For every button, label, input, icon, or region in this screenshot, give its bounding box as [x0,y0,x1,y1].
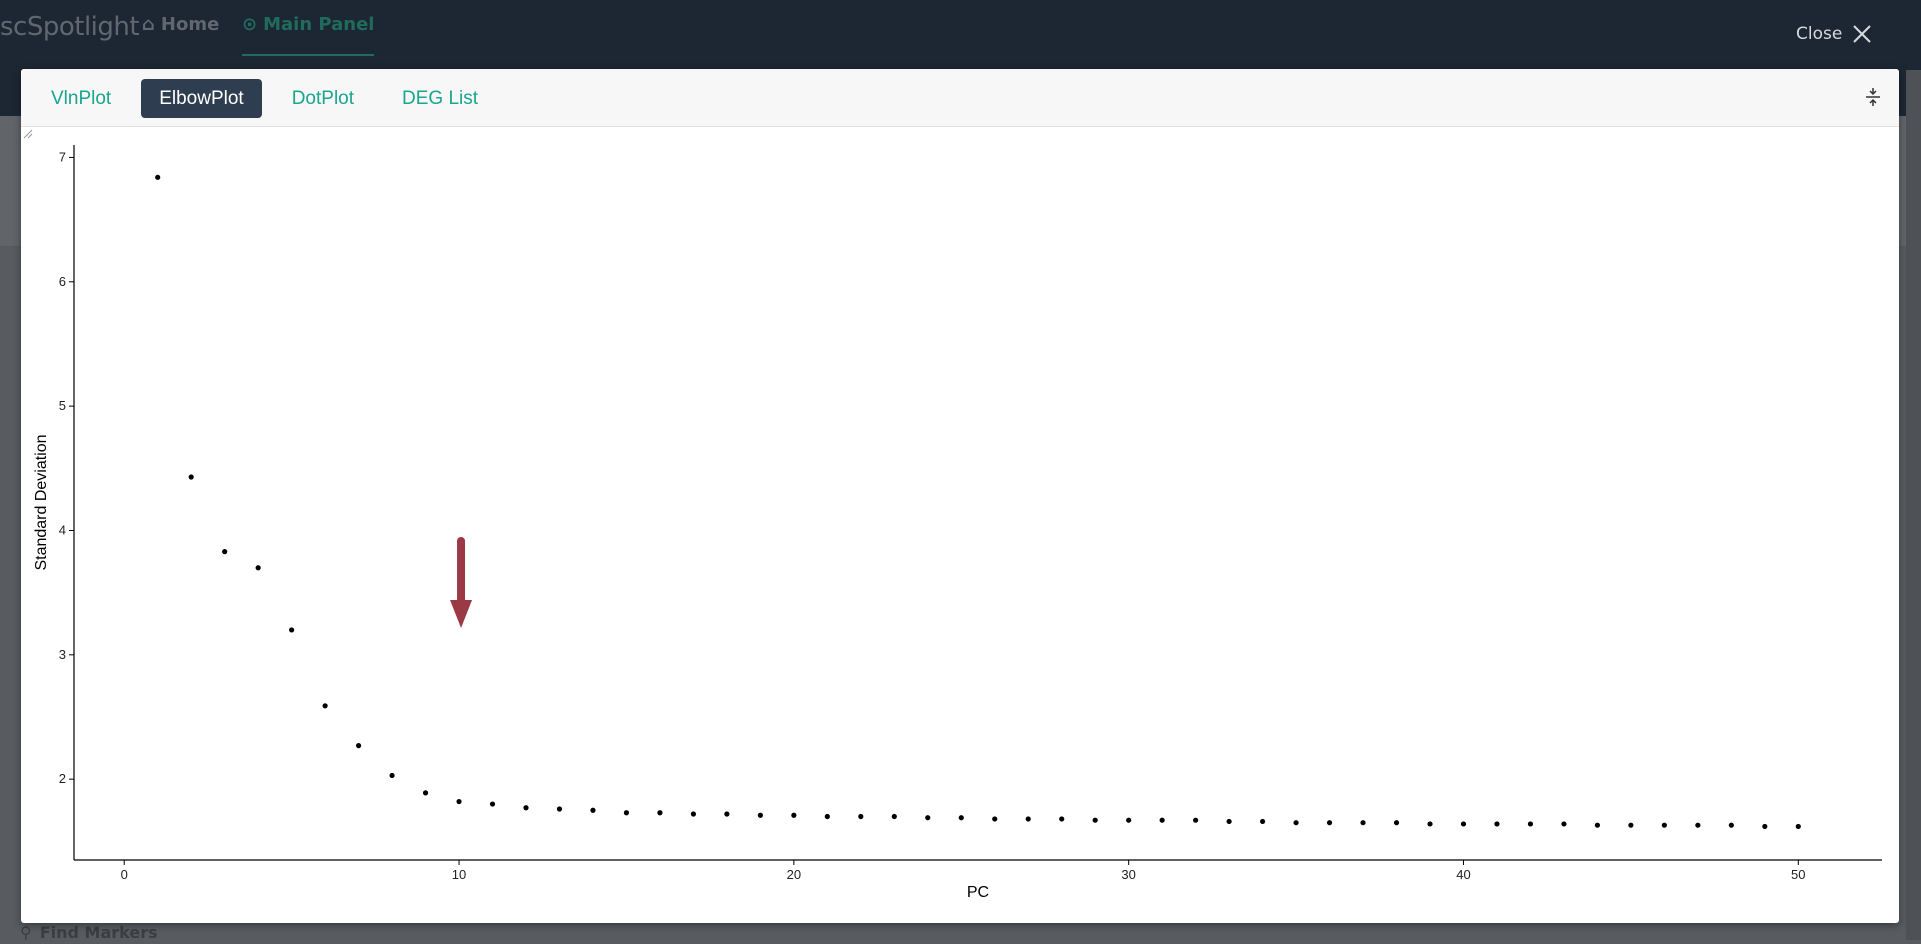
data-point [1460,821,1467,827]
close-icon [1853,25,1872,43]
modal-header: VlnPlot ElbowPlot DotPlot DEG List [21,69,1899,127]
data-point [255,565,261,571]
data-point [1025,816,1031,822]
y-axis-label: Standard Deviation [33,434,50,570]
data-point [657,810,663,816]
data-point [1527,821,1534,827]
data-point [925,815,931,821]
data-point [1393,820,1400,826]
tab-elbowplot[interactable]: ElbowPlot [141,79,262,118]
data-point [1226,818,1232,825]
app-scrollbar [1906,70,1921,940]
elbow-plot-svg: 0 10 20 30 40 50 2 3 4 5 6 7 PC Standard Deviation [33,145,1882,901]
data-point [1326,820,1333,826]
x-tick-label: 30 [1121,867,1135,882]
binoculars-icon: ⊙ [242,14,258,35]
data-point [1126,817,1132,823]
data-point [222,549,228,555]
data-point [1092,817,1098,823]
data-point [1561,821,1567,827]
data-point [155,174,161,180]
y-tick-label: 5 [59,398,66,413]
annotation-arrow-head [450,600,473,628]
data-point [891,813,897,820]
nav-main-panel: ⊙ Main Panel [242,14,375,56]
data-point [791,812,797,818]
data-point [422,790,429,796]
data-point [623,810,630,816]
data-point [1795,823,1801,830]
data-point [1661,822,1667,828]
close-label: Close [1796,24,1843,44]
data-point [556,806,563,812]
data-point [824,813,830,820]
plot-tabs: VlnPlot ElbowPlot DotPlot DEG List [33,79,496,118]
data-point [757,812,763,818]
data-point [1193,817,1199,823]
x-tick-label: 0 [121,867,128,882]
plot-modal: VlnPlot ElbowPlot DotPlot DEG List 0 10 20… [21,69,1899,923]
data-point [1728,822,1734,828]
x-tick-label: 40 [1456,867,1470,882]
y-tick-label: 6 [59,274,66,289]
data-point [456,798,462,805]
x-tick-label: 10 [452,867,466,882]
find-markers-label: Find Markers [39,922,158,942]
x-axis-label: PC [967,884,989,901]
collapse-icon[interactable] [1861,85,1885,109]
plot-axes: 0 10 20 30 40 50 2 3 4 5 6 7 PC Standard Deviation [33,145,1882,901]
nav-home-label: Home [160,14,220,35]
data-point [1695,822,1701,828]
y-tick-label: 7 [59,149,66,164]
nav-home: ⌂ Home [142,14,219,35]
y-tick-label: 3 [59,647,66,662]
data-point [1594,822,1601,828]
data-point [355,743,362,749]
x-tick-label: 20 [787,867,801,882]
find-markers-select: ⚲ Find Markers [20,920,340,944]
nav-active-underline [242,54,375,56]
data-point [188,474,194,480]
data-point [1259,818,1266,825]
close-button[interactable]: Close [1796,24,1872,44]
data-point [389,772,395,779]
plot-annotation [450,537,473,628]
data-point [1494,821,1500,827]
nav-main-label: Main Panel [263,14,375,35]
data-point [322,703,328,709]
data-point [1360,820,1366,826]
y-tick-label: 4 [59,522,66,537]
data-point [858,813,864,820]
search-icon: ⚲ [20,922,32,942]
data-point [992,816,998,822]
data-point [1628,822,1634,828]
data-point [489,801,496,807]
app-brand: scSpotlight [0,12,140,42]
x-tick-label: 50 [1791,867,1805,882]
data-point [1059,816,1065,822]
data-point [690,811,697,817]
data-point [289,627,295,633]
data-point [590,807,596,813]
tab-dotplot[interactable]: DotPlot [274,79,372,118]
tab-vlnplot[interactable]: VlnPlot [33,79,129,118]
home-icon: ⌂ [142,14,155,35]
elbow-plot: 0 10 20 30 40 50 2 3 4 5 6 7 PC Standard Deviation [21,127,1899,923]
data-point [1159,817,1165,823]
data-point [1762,823,1768,830]
data-point [1293,820,1299,826]
data-point [1427,821,1433,827]
tab-deg-list[interactable]: DEG List [384,79,496,118]
y-tick-label: 2 [59,771,66,786]
resize-grip-icon[interactable] [21,127,33,139]
data-point [724,811,730,817]
data-point [523,805,529,811]
plot-points [155,174,1801,830]
data-point [958,815,964,821]
